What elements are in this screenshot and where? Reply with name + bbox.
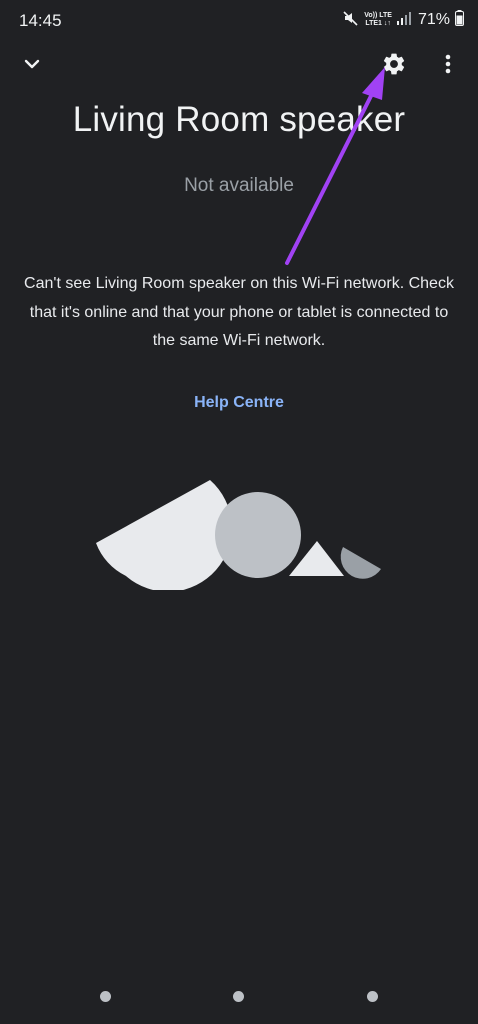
page-indicator-dot[interactable] (367, 991, 378, 1002)
device-title: Living Room speaker (72, 100, 406, 139)
half-circle-shape (96, 480, 232, 590)
mute-icon (343, 10, 359, 31)
network-indicator: Vo)) LTE LTE1 ↓↑ (364, 12, 392, 28)
connection-message: Can't see Living Room speaker on this Wi… (24, 275, 454, 349)
signal-icon (396, 11, 411, 30)
battery-icon (455, 9, 464, 31)
device-status: Not available (184, 175, 294, 196)
annotation-arrow (285, 67, 385, 265)
quarter-circle-shape (340, 547, 381, 579)
status-icons: Vo)) LTE LTE1 ↓↑ 71% (343, 9, 464, 31)
chevron-down-icon (23, 57, 41, 75)
help-centre-link[interactable]: Help Centre (0, 394, 478, 412)
battery-percentage: 71% (417, 11, 450, 28)
page-indicator-dot[interactable] (100, 991, 111, 1002)
page-indicator-dot[interactable] (233, 991, 244, 1002)
settings-button[interactable] (374, 46, 414, 86)
status-time: 14:45 (19, 11, 62, 30)
device-screen: 14:45 Vo)) LTE LTE1 ↓↑ 71% Living Room s… (0, 0, 478, 1024)
more-options-button[interactable] (430, 46, 466, 86)
network-label-top: Vo)) LTE (364, 12, 392, 19)
more-vertical-icon (445, 54, 451, 79)
status-bar: 14:45 Vo)) LTE LTE1 ↓↑ 71% (0, 0, 478, 40)
network-label-bottom: LTE1 ↓↑ (365, 20, 391, 27)
help-centre-label[interactable]: Help Centre (194, 394, 284, 411)
gear-icon (381, 51, 407, 82)
speaker-illustration (96, 480, 381, 590)
back-button[interactable] (14, 48, 50, 84)
circle-shape (215, 492, 301, 578)
